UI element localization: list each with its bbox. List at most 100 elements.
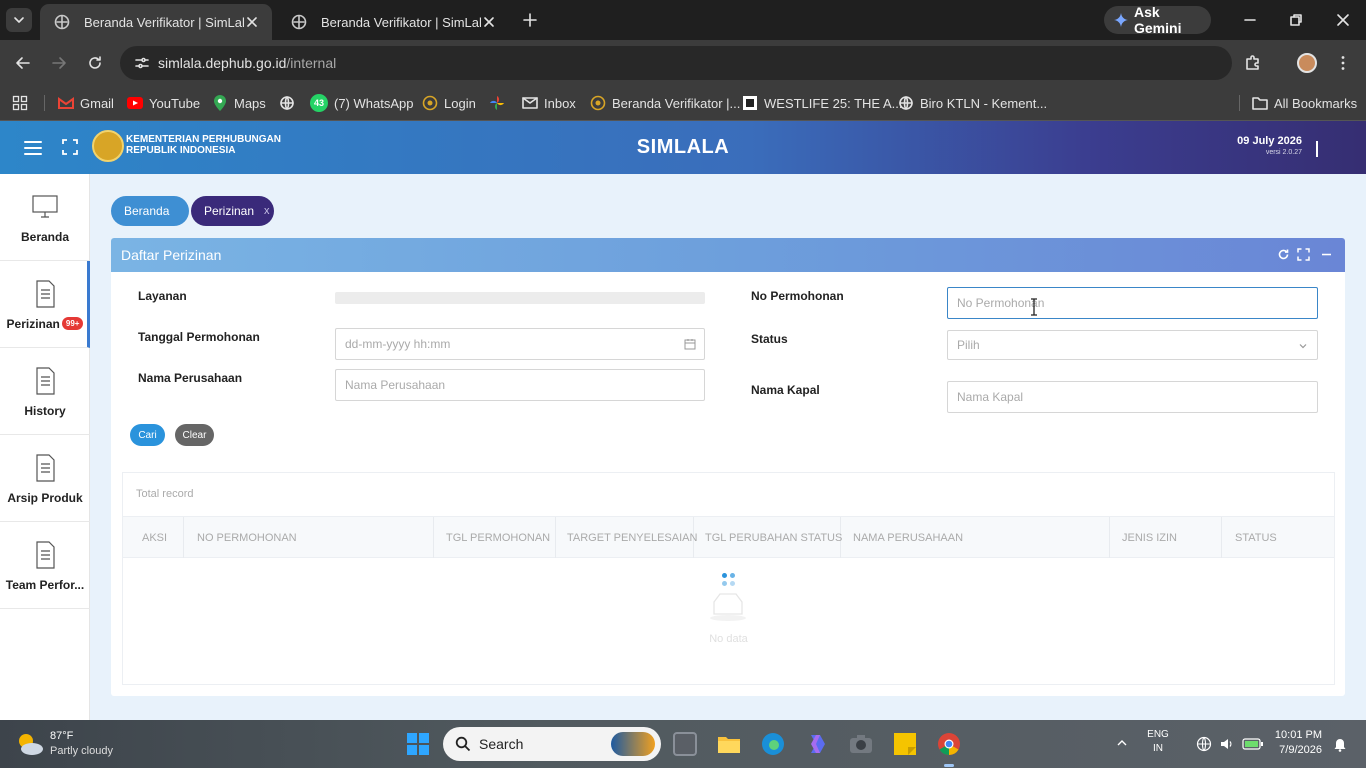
close-tab-icon[interactable] [244,14,260,30]
bookmark-biro-ktln[interactable]: Biro KTLN - Kement... [898,91,1047,115]
tab-search-button[interactable] [6,8,32,32]
column-header-aksi[interactable]: AKSI [123,517,184,558]
fullscreen-button[interactable] [62,139,78,155]
bookmark-gmail[interactable]: Gmail [58,91,114,115]
column-header-nama-perusahaan[interactable]: NAMA PERUSAHAAN [841,517,1110,558]
sticky-notes-icon[interactable] [893,732,917,756]
ask-gemini-label: Ask Gemini [1134,4,1182,36]
bookmark-login[interactable]: Login [422,91,476,115]
bookmark-pinwheel[interactable] [489,91,511,115]
ministry-logo-icon [291,14,307,30]
column-header-tgl-permohonan[interactable]: TGL PERMOHONAN [434,517,556,558]
file-explorer-icon[interactable] [717,732,741,756]
minimize-window-button[interactable] [1242,12,1258,28]
network-icon[interactable] [1196,736,1212,752]
close-window-button[interactable] [1335,12,1351,28]
address-bar[interactable]: simlala.dephub.go.id/internal [120,46,1232,80]
sidebar-item-label: Beranda [20,230,70,244]
sidebar-item-arsip-produk[interactable]: Arsip Produk [0,435,90,522]
chevron-up-icon[interactable] [1115,736,1129,750]
battery-icon[interactable] [1242,736,1264,752]
bookmark-label: Maps [234,95,266,111]
restore-window-button[interactable] [1288,12,1304,28]
nama-perusahaan-input[interactable]: Nama Perusahaan [335,369,705,401]
pinwheel-icon [489,95,505,111]
reload-button[interactable] [86,54,104,72]
menu-button[interactable] [1334,54,1352,72]
weather-widget[interactable]: 87°F Partly cloudy [14,728,124,760]
sidebar-item-label: Team Perfor... [5,578,85,592]
search-button[interactable]: Cari [130,424,165,446]
bookmark-label: Gmail [80,95,114,111]
search-highlight-image [611,732,655,756]
column-header-status[interactable]: STATUS [1222,517,1334,558]
sidebar-item-label: Perizinan 99+ [0,317,90,331]
tanggal-permohonan-input[interactable]: dd-mm-yyyy hh:mm [335,328,705,360]
column-header-target-penyelesaian[interactable]: TARGET PENYELESAIAN [556,517,697,558]
status-select[interactable]: Pilih [947,330,1318,360]
bookmark-maps[interactable]: Maps [212,91,266,115]
bookmark-whatsapp[interactable]: 43 (7) WhatsApp [310,91,413,115]
back-button[interactable] [14,54,32,72]
layanan-select-loading[interactable] [335,292,705,304]
spinner-dot [730,573,735,578]
profile-avatar[interactable] [1297,53,1317,73]
clock-time: 10:01 PM [1274,729,1322,741]
task-view-icon[interactable] [673,732,697,756]
text-cursor-icon [1031,298,1037,316]
language-indicator[interactable]: ENG IN [1147,728,1169,756]
no-permohonan-input[interactable]: No Permohonan [947,287,1318,319]
edge-browser-icon[interactable] [761,732,785,756]
calendar-icon[interactable] [684,338,696,350]
maximize-panel-icon[interactable] [1297,248,1310,261]
bookmark-inbox[interactable]: Inbox [522,91,576,115]
taskbar-clock[interactable]: 10:01 PM 7/9/2026 [1262,728,1322,758]
bookmark-globe[interactable] [279,91,301,115]
sidebar-item-perizinan[interactable]: Perizinan 99+ [0,261,90,348]
ticket-icon [742,95,758,111]
all-bookmarks-button[interactable]: All Bookmarks [1252,91,1357,115]
app-header: KEMENTERIAN PERHUBUNGAN REPUBLIK INDONES… [0,121,1366,174]
taskbar-search[interactable]: Search [443,727,661,761]
monitor-icon [30,192,60,222]
refresh-icon[interactable] [1277,248,1290,261]
breadcrumb-beranda[interactable]: Beranda [111,196,189,226]
browser-tab-strip: Beranda Verifikator | SimLala Beranda Ve… [0,0,1366,40]
volume-icon[interactable] [1219,736,1235,752]
gmail-icon [58,95,74,111]
bookmark-youtube[interactable]: YouTube [127,91,200,115]
header-date: 09 July 2026 [1237,135,1302,147]
browser-tab-2[interactable]: Beranda Verifikator | SimLala [277,4,509,40]
camera-icon[interactable] [849,732,873,756]
forward-button[interactable] [50,54,68,72]
spinner-dot [730,581,735,586]
column-header-tgl-perubahan-status[interactable]: TGL PERUBAHAN STATUS [694,517,842,558]
clear-button[interactable]: Clear [175,424,214,446]
close-tab-icon[interactable] [481,14,497,30]
start-button[interactable] [406,732,430,756]
browser-tab-1[interactable]: Beranda Verifikator | SimLala [40,4,272,40]
bookmark-westlife[interactable]: WESTLIFE 25: THE A... [742,91,902,115]
folder-icon [1252,95,1268,111]
breadcrumb-close-button[interactable]: x [264,205,270,217]
sidebar-item-team-performance[interactable]: Team Perfor... [0,522,90,609]
breadcrumb-perizinan[interactable]: Perizinan x [191,196,274,226]
sidebar-item-history[interactable]: History [0,348,90,435]
site-info-icon[interactable] [134,55,150,71]
menu-toggle-button[interactable] [24,140,42,156]
new-tab-button[interactable] [520,10,540,30]
column-header-no-permohonan[interactable]: NO PERMOHONAN [184,517,434,558]
copilot-icon[interactable] [805,732,829,756]
bookmark-label: Biro KTLN - Kement... [920,95,1048,111]
extensions-button[interactable] [1244,54,1262,72]
ask-gemini-button[interactable]: Ask Gemini [1104,4,1211,36]
bookmark-beranda-verifikator[interactable]: Beranda Verifikator |... [590,91,740,115]
sidebar-item-beranda[interactable]: Beranda [0,174,90,261]
notification-bell-icon[interactable] [1332,736,1348,752]
nama-kapal-input[interactable]: Nama Kapal [947,381,1318,413]
chrome-icon[interactable] [937,732,961,756]
column-header-jenis-izin[interactable]: JENIS IZIN [1110,517,1222,558]
kebab-menu-icon [1341,56,1345,70]
apps-button[interactable] [12,91,34,115]
collapse-panel-icon[interactable] [1320,248,1333,261]
